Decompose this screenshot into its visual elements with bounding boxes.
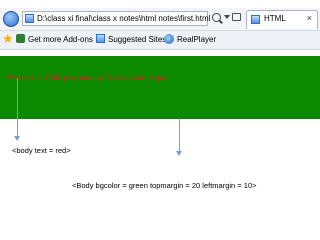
caption-body-text: <body text = red> bbox=[12, 146, 71, 155]
address-bar-row: D:\class xi final\class x notes\html not… bbox=[0, 8, 320, 31]
realplayer-label: RealPlayer bbox=[177, 35, 217, 44]
tab-title: HTML bbox=[264, 14, 286, 23]
addons-icon bbox=[16, 34, 25, 43]
suggested-sites-link[interactable]: Suggested Sites▼ bbox=[96, 34, 174, 44]
chevron-down-icon[interactable] bbox=[224, 15, 230, 19]
search-icon[interactable] bbox=[212, 13, 221, 22]
welcome-text: Welcome to HTML programming. This is a b… bbox=[7, 74, 173, 82]
suggested-sites-label: Suggested Sites bbox=[108, 35, 167, 44]
suggested-sites-icon bbox=[96, 34, 105, 43]
close-icon[interactable]: × bbox=[307, 13, 312, 23]
address-field[interactable]: D:\class xi final\class x notes\html not… bbox=[22, 11, 211, 26]
arrow-text-line bbox=[17, 78, 18, 136]
favorites-star-icon[interactable]: ★ bbox=[2, 32, 14, 46]
back-button[interactable] bbox=[3, 11, 19, 27]
arrow-bgcolor-line bbox=[179, 119, 180, 152]
arrow-text-head bbox=[14, 136, 20, 141]
compatibility-view-icon[interactable] bbox=[232, 13, 241, 21]
url-text: D:\class xi final\class x notes\html not… bbox=[37, 14, 211, 23]
favorites-bar: ★ Get more Add-ons▼ Suggested Sites▼ Rea… bbox=[0, 31, 320, 50]
realplayer-link[interactable]: RealPlayer bbox=[164, 34, 216, 44]
page-body-green: Welcome to HTML programming. This is a b… bbox=[0, 56, 320, 119]
tab-html[interactable]: HTML × bbox=[246, 10, 318, 29]
browser-chrome: D:\class xi final\class x notes\html not… bbox=[0, 0, 320, 56]
get-more-addons-link[interactable]: Get more Add-ons▼ bbox=[16, 34, 101, 44]
realplayer-icon bbox=[164, 34, 174, 44]
addons-label: Get more Add-ons bbox=[28, 35, 93, 44]
page-icon bbox=[25, 14, 34, 23]
arrow-bgcolor-head bbox=[176, 151, 182, 156]
caption-body-bgcolor: <Body bgcolor = green topmargin = 20 lef… bbox=[72, 181, 257, 190]
tab-page-icon bbox=[251, 15, 260, 24]
